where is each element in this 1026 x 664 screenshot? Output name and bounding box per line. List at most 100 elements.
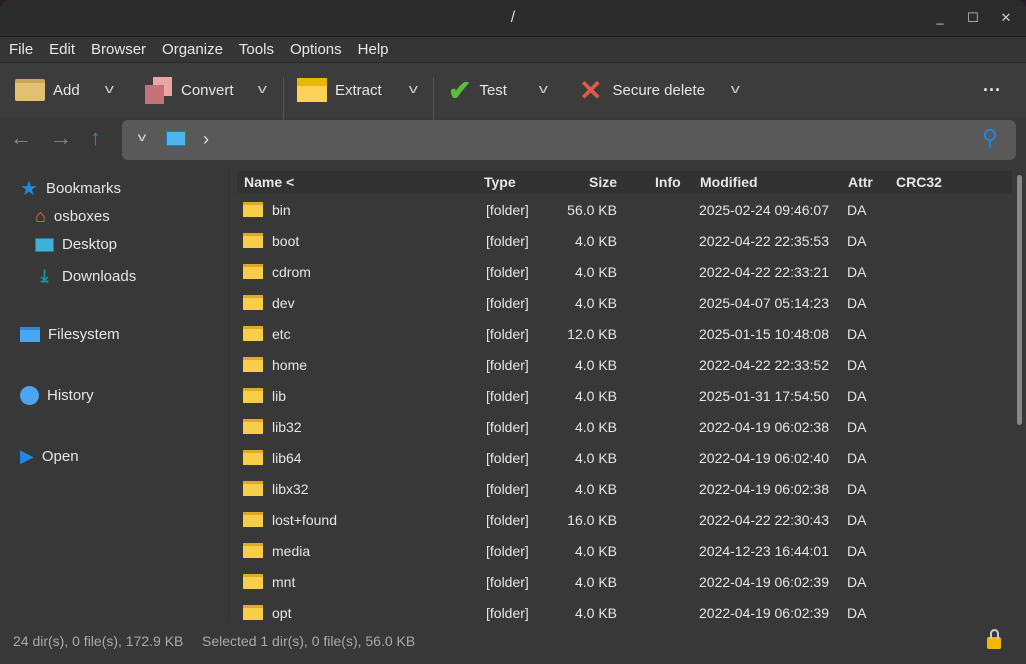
table-row[interactable]: mnt [folder] 4.0 KB 2022-04-19 06:02:39 … [237,566,1012,597]
secure-delete-button[interactable]: ✕ Secure delete [579,63,705,117]
column-header-info[interactable]: Info [655,174,681,190]
sidebar-item-desktop[interactable]: Desktop [35,236,117,253]
menu-tools[interactable]: Tools [239,41,274,58]
row-modified: 2025-01-15 10:48:08 [699,326,829,342]
folder-icon [243,481,263,496]
add-button[interactable]: Add [15,63,80,117]
title-bar: / _ ☐ ✕ [0,0,1026,37]
row-attr: DA [847,388,866,404]
table-row[interactable]: libx32 [folder] 4.0 KB 2022-04-19 06:02:… [237,473,1012,504]
blue-folder-icon [20,327,40,342]
sidebar-item-downloads[interactable]: ⤓Downloads [35,266,136,286]
convert-dropdown-chevron-icon[interactable]: v [258,81,267,96]
menu-help[interactable]: Help [358,41,389,58]
row-type: [folder] [486,512,529,528]
peazip-window: / _ ☐ ✕ File Edit Browser Organize Tools… [0,0,1026,664]
sidebar-history[interactable]: History [20,386,94,405]
sidebar-open[interactable]: ▶Open [20,446,79,467]
row-size: 12.0 KB [548,326,617,342]
table-row[interactable]: cdrom [folder] 4.0 KB 2022-04-22 22:33:2… [237,256,1012,287]
row-type: [folder] [486,388,529,404]
folder-icon [243,419,263,434]
row-type: [folder] [486,295,529,311]
column-header-name[interactable]: Name < [244,174,294,190]
back-arrow-icon[interactable]: ← [10,125,32,151]
minimize-button[interactable]: _ [930,10,950,25]
maximize-button[interactable]: ☐ [963,10,983,26]
convert-button[interactable]: Convert [145,63,234,117]
column-header-row: Name < Type Size Info Modified Attr CRC3… [237,171,1012,193]
address-bar[interactable]: v › ⚲ [122,120,1016,160]
table-row[interactable]: etc [folder] 12.0 KB 2025-01-15 10:48:08… [237,318,1012,349]
menu-edit[interactable]: Edit [49,41,75,58]
sidebar-filesystem[interactable]: Filesystem [20,326,120,343]
play-triangle-icon: ▶ [20,446,34,467]
extract-button[interactable]: Extract [297,63,382,117]
menu-browser[interactable]: Browser [91,41,146,58]
column-header-modified[interactable]: Modified [700,174,758,190]
history-dropdown-chevron-icon[interactable]: v [138,130,146,144]
row-attr: DA [847,574,866,590]
table-row[interactable]: lib64 [folder] 4.0 KB 2022-04-19 06:02:4… [237,442,1012,473]
computer-icon[interactable] [166,131,186,146]
secure-delete-dropdown-chevron-icon[interactable]: v [731,81,740,96]
menu-organize[interactable]: Organize [162,41,223,58]
search-icon[interactable]: ⚲ [982,125,998,151]
column-header-attr[interactable]: Attr [848,174,873,190]
row-attr: DA [847,543,866,559]
filesystem-label: Filesystem [48,326,120,343]
column-header-size[interactable]: Size [548,174,617,190]
row-name: bin [272,202,291,218]
table-row[interactable]: lib32 [folder] 4.0 KB 2022-04-19 06:02:3… [237,411,1012,442]
extract-dropdown-chevron-icon[interactable]: v [409,81,418,96]
add-dropdown-chevron-icon[interactable]: v [105,81,114,96]
row-size: 4.0 KB [548,543,617,559]
folder-icon [243,264,263,279]
table-row[interactable]: bin [folder] 56.0 KB 2025-02-24 09:46:07… [237,194,1012,225]
table-row[interactable]: lib [folder] 4.0 KB 2025-01-31 17:54:50 … [237,380,1012,411]
column-header-crc32[interactable]: CRC32 [896,174,942,190]
table-row[interactable]: media [folder] 4.0 KB 2024-12-23 16:44:0… [237,535,1012,566]
row-modified: 2022-04-22 22:33:21 [699,264,829,280]
vertical-scrollbar[interactable] [1017,175,1022,425]
row-modified: 2025-02-24 09:46:07 [699,202,829,218]
row-modified: 2022-04-19 06:02:39 [699,605,829,621]
menu-options[interactable]: Options [290,41,342,58]
sidebar-bookmarks[interactable]: ★Bookmarks [20,176,121,201]
table-row[interactable]: home [folder] 4.0 KB 2022-04-22 22:33:52… [237,349,1012,380]
sidebar-item-osboxes[interactable]: ⌂osboxes [35,206,110,227]
row-name: cdrom [272,264,311,280]
row-size: 4.0 KB [548,388,617,404]
row-size: 4.0 KB [548,574,617,590]
close-button[interactable]: ✕ [996,10,1016,26]
test-dropdown-chevron-icon[interactable]: v [539,81,548,96]
extract-label: Extract [335,82,382,99]
menu-file[interactable]: File [9,41,33,58]
row-size: 4.0 KB [548,295,617,311]
breadcrumb-separator[interactable]: › [203,129,209,150]
table-row[interactable]: lost+found [folder] 16.0 KB 2022-04-22 2… [237,504,1012,535]
forward-arrow-icon[interactable]: → [50,125,72,151]
toolbar: Add v Convert v Extract v ✔ Test v ✕ Sec… [0,63,1026,117]
up-arrow-icon[interactable]: ↑ [90,125,101,151]
row-attr: DA [847,326,866,342]
row-modified: 2025-04-07 05:14:23 [699,295,829,311]
test-label: Test [479,82,507,99]
row-type: [folder] [486,326,529,342]
more-options-icon[interactable]: ··· [983,63,1001,117]
table-row[interactable]: dev [folder] 4.0 KB 2025-04-07 05:14:23 … [237,287,1012,318]
row-attr: DA [847,450,866,466]
row-modified: 2022-04-19 06:02:40 [699,450,829,466]
checkmark-icon: ✔ [448,74,471,107]
row-size: 4.0 KB [548,605,617,621]
table-row[interactable]: boot [folder] 4.0 KB 2022-04-22 22:35:53… [237,225,1012,256]
row-type: [folder] [486,605,529,621]
row-name: boot [272,233,299,249]
red-x-icon: ✕ [579,74,602,107]
folder-icon [243,388,263,403]
row-name: mnt [272,574,295,590]
folder-icon [243,512,263,527]
bookmarks-label: Bookmarks [46,180,121,197]
test-button[interactable]: ✔ Test [448,63,507,117]
column-header-type[interactable]: Type [484,174,516,190]
